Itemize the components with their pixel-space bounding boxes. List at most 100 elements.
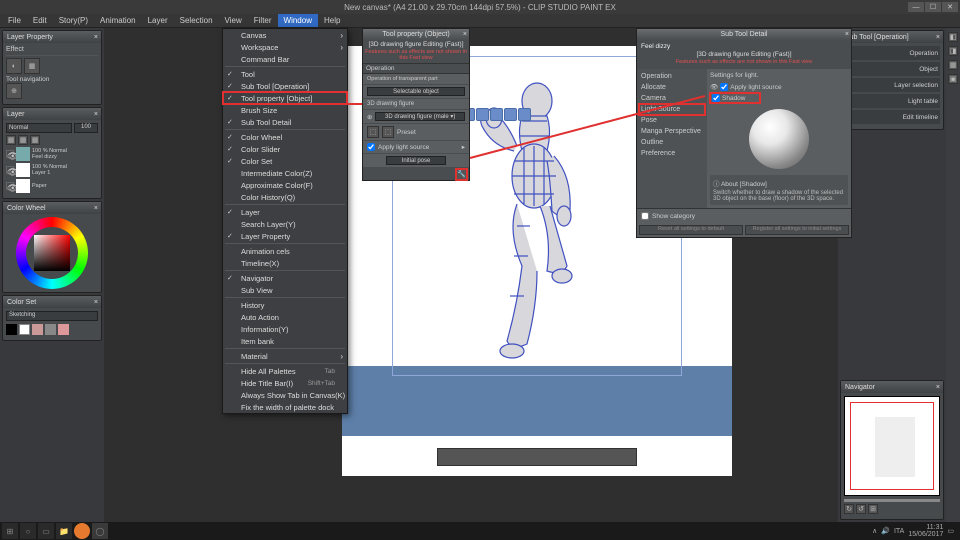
menu-item[interactable]: Search Layer(Y) <box>223 218 347 230</box>
swatch[interactable] <box>6 324 17 335</box>
manip-icon[interactable] <box>504 108 517 121</box>
tab-light-table[interactable]: Light table <box>844 94 940 108</box>
cat-manga-perspective[interactable]: Manga Perspective <box>639 126 705 137</box>
tab-edit-timeline[interactable]: Edit timeline <box>844 110 940 124</box>
menu-layer[interactable]: Layer <box>142 14 174 27</box>
tray-date[interactable]: 15/06/2017 <box>908 531 943 538</box>
maximize-button[interactable]: ☐ <box>925 2 941 12</box>
preset-icon[interactable]: ⬚ <box>382 126 394 138</box>
menu-item[interactable]: Always Show Tab in Canvas(K) <box>223 389 347 401</box>
menu-item[interactable]: Fix the width of palette dock <box>223 401 347 413</box>
layer-thumb[interactable] <box>16 179 30 193</box>
menu-item[interactable]: Material <box>223 350 347 362</box>
menu-item[interactable]: Sub Tool [Operation] <box>223 80 347 92</box>
cat-outline[interactable]: Outline <box>639 137 705 148</box>
opacity-input[interactable]: 100 <box>74 123 98 133</box>
menu-item[interactable]: Approximate Color(F) <box>223 179 347 191</box>
register-initial-button[interactable]: Register all settings to initial setting… <box>745 225 849 235</box>
clipstudio-icon[interactable]: ◯ <box>92 523 108 539</box>
canvas-3d-toolbar[interactable] <box>437 448 637 466</box>
swatch[interactable] <box>45 324 56 335</box>
minimize-button[interactable]: — <box>908 2 924 12</box>
preset-icon[interactable]: ⬚ <box>367 126 379 138</box>
close-icon[interactable]: × <box>463 31 467 38</box>
menu-item[interactable]: Timeline(X) <box>223 257 347 269</box>
tray-language[interactable]: ITA <box>894 528 904 535</box>
layer-thumb[interactable] <box>16 163 30 177</box>
menu-window[interactable]: Window <box>278 14 318 27</box>
cat-allocate[interactable]: Allocate <box>639 82 705 93</box>
menu-item[interactable]: Color Slider <box>223 143 347 155</box>
menu-item[interactable]: Animation cels <box>223 245 347 257</box>
strip-icon[interactable]: ◨ <box>948 46 958 56</box>
tab-layer-selection[interactable]: Layer selection <box>844 78 940 92</box>
layer-thumb[interactable] <box>16 147 30 161</box>
apply-light-checkbox[interactable] <box>367 143 375 151</box>
visibility-icon[interactable]: 👁 <box>6 182 14 190</box>
menu-item[interactable]: Sub View <box>223 284 347 296</box>
taskview-icon[interactable]: ▭ <box>38 523 54 539</box>
manip-icon[interactable] <box>476 108 489 121</box>
cat-preference[interactable]: Preference <box>639 148 705 159</box>
close-icon[interactable]: × <box>845 31 849 38</box>
effect-icon[interactable]: ◐ <box>6 58 22 74</box>
close-icon[interactable]: × <box>933 34 943 41</box>
menu-item[interactable]: Navigator <box>223 272 347 284</box>
menu-item[interactable]: Hide Title Bar(I)Shift+Tab <box>223 377 347 389</box>
apply-light-checkbox[interactable] <box>720 83 728 91</box>
expand-icon[interactable]: ⊕ <box>367 113 372 121</box>
menu-item[interactable]: Canvas <box>223 29 347 41</box>
show-category-checkbox[interactable] <box>641 212 649 220</box>
menu-item[interactable]: Command Bar <box>223 53 347 65</box>
menu-item[interactable]: Workspace <box>223 41 347 53</box>
menu-item[interactable]: Color Wheel <box>223 131 347 143</box>
tray-chevron-icon[interactable]: ∧ <box>872 527 877 535</box>
menu-item[interactable]: Layer Property <box>223 230 347 242</box>
menu-item[interactable]: Hide All PalettesTab <box>223 365 347 377</box>
close-button[interactable]: ✕ <box>942 2 958 12</box>
menu-item[interactable]: Sub Tool Detail <box>223 116 347 128</box>
menu-story[interactable]: Story(P) <box>53 14 94 27</box>
cat-pose[interactable]: Pose <box>639 115 705 126</box>
tray-time[interactable]: 11:31 <box>908 524 943 531</box>
menu-file[interactable]: File <box>2 14 27 27</box>
menu-item[interactable]: Auto Action <box>223 311 347 323</box>
figure-type-select[interactable]: 3D drawing figure (male ▾) <box>375 112 465 121</box>
blend-mode-select[interactable]: Normal <box>6 123 72 133</box>
visibility-icon[interactable]: 👁 <box>6 166 14 174</box>
tab-operation[interactable]: Operation <box>844 46 940 60</box>
menu-help[interactable]: Help <box>318 14 346 27</box>
close-icon[interactable]: × <box>91 111 101 118</box>
menu-item[interactable]: Color Set <box>223 155 347 167</box>
explorer-icon[interactable]: 📁 <box>56 523 72 539</box>
tray-volume-icon[interactable]: 🔊 <box>881 527 890 535</box>
selectable-object-select[interactable]: Selectable object <box>367 87 465 96</box>
color-wheel[interactable] <box>16 217 88 289</box>
menu-item[interactable]: Intermediate Color(Z) <box>223 167 347 179</box>
strip-icon[interactable]: ◧ <box>948 32 958 42</box>
cat-light-source[interactable]: Light Source <box>639 104 705 115</box>
cat-operation[interactable]: Operation <box>639 71 705 82</box>
firefox-icon[interactable] <box>74 523 90 539</box>
menu-edit[interactable]: Edit <box>27 14 53 27</box>
swatch[interactable] <box>58 324 69 335</box>
swatch[interactable] <box>32 324 43 335</box>
tool-nav-icon[interactable]: ⊕ <box>6 83 22 99</box>
close-icon[interactable]: × <box>933 384 943 391</box>
search-icon[interactable]: ○ <box>20 523 36 539</box>
menu-item[interactable]: History <box>223 299 347 311</box>
strip-icon[interactable]: ▣ <box>948 74 958 84</box>
menu-view[interactable]: View <box>219 14 248 27</box>
wrench-icon[interactable]: 🔧 <box>456 169 467 180</box>
manip-icon[interactable] <box>490 108 503 121</box>
visibility-icon[interactable]: 👁 <box>6 150 14 158</box>
reset-default-button[interactable]: Reset all settings to default <box>639 225 743 235</box>
start-button[interactable]: ⊞ <box>2 523 18 539</box>
close-icon[interactable]: × <box>91 205 101 212</box>
menu-item[interactable]: Item bank <box>223 335 347 347</box>
close-icon[interactable]: × <box>91 34 101 41</box>
tab-object[interactable]: Object <box>844 62 940 76</box>
light-sphere-preview[interactable] <box>749 109 809 169</box>
close-icon[interactable]: × <box>91 299 101 306</box>
strip-icon[interactable]: ▦ <box>948 60 958 70</box>
